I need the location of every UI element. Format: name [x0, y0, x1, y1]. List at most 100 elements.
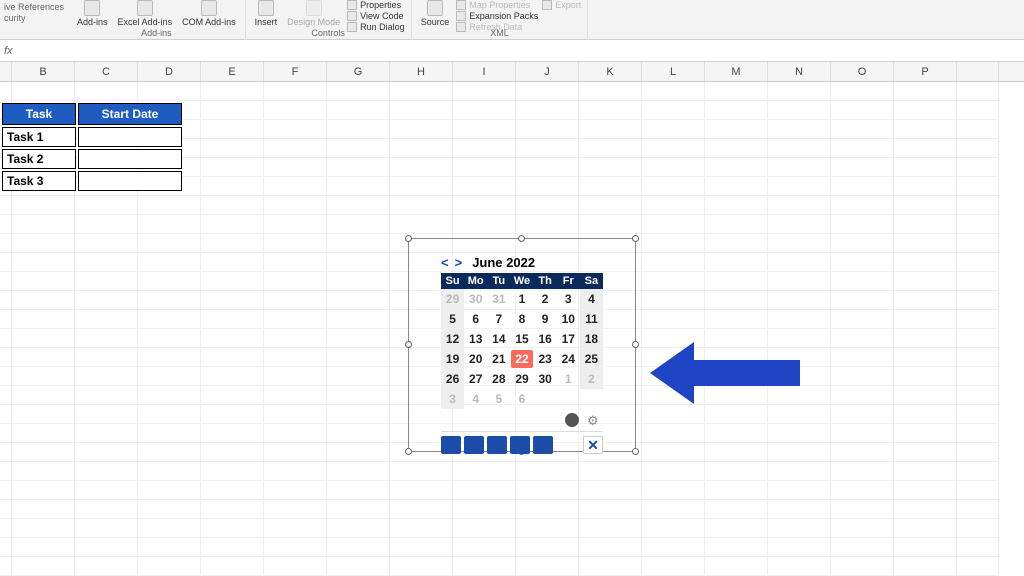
calendar-day[interactable]: 23	[534, 349, 557, 369]
properties-button[interactable]: Properties	[347, 0, 405, 10]
calendar-day[interactable]: 3	[557, 289, 580, 309]
calendar-day[interactable]: 10	[557, 309, 580, 329]
calendar-close-button[interactable]: ✕	[583, 436, 603, 454]
calendar-day[interactable]: 6	[464, 309, 487, 329]
calendar-day[interactable]: 24	[557, 349, 580, 369]
resize-handle[interactable]	[405, 448, 412, 455]
task-row-3[interactable]: Task 3	[2, 171, 76, 191]
excel-addins-button[interactable]: Excel Add-ins	[115, 0, 176, 27]
calendar-day[interactable]: 21	[487, 349, 510, 369]
calendar-day[interactable]: 15	[510, 329, 533, 349]
calendar-tool-5[interactable]	[533, 436, 553, 454]
calendar-day[interactable]: 17	[557, 329, 580, 349]
column-header[interactable]: C	[75, 62, 138, 81]
calendar-day[interactable]: 22	[511, 350, 532, 368]
calendar-day[interactable]: 12	[441, 329, 464, 349]
view-code-button[interactable]: View Code	[347, 11, 405, 21]
map-properties-button[interactable]: Map Properties	[456, 0, 538, 10]
column-header[interactable]	[0, 62, 12, 81]
column-header[interactable]: G	[327, 62, 390, 81]
insert-icon	[258, 0, 274, 16]
column-header[interactable]: H	[390, 62, 453, 81]
column-header[interactable]	[957, 62, 999, 81]
calendar-day[interactable]: 1	[557, 369, 580, 389]
calendar-day[interactable]: 1	[510, 289, 533, 309]
column-header[interactable]: E	[201, 62, 264, 81]
calendar-day[interactable]: 9	[534, 309, 557, 329]
column-header[interactable]: M	[705, 62, 768, 81]
resize-handle[interactable]	[405, 341, 412, 348]
column-header[interactable]: O	[831, 62, 894, 81]
column-header[interactable]: P	[894, 62, 957, 81]
export-button[interactable]: Export	[542, 0, 581, 10]
design-mode-button[interactable]: Design Mode	[284, 0, 343, 27]
calendar-day[interactable]: 13	[464, 329, 487, 349]
resize-handle[interactable]	[518, 235, 525, 242]
ribbon-label-addins: Add-ins	[141, 28, 172, 38]
calendar-day[interactable]: 8	[510, 309, 533, 329]
calendar-tool-3[interactable]	[487, 436, 507, 454]
clock-icon[interactable]	[565, 413, 579, 427]
resize-handle[interactable]	[632, 341, 639, 348]
fx-label: fx	[4, 45, 13, 57]
calendar-day[interactable]: 2	[534, 289, 557, 309]
prev-month-button[interactable]: <	[441, 255, 449, 270]
column-header[interactable]: B	[12, 62, 75, 81]
calendar-day[interactable]: 11	[580, 309, 603, 329]
calendar-tool-2[interactable]	[464, 436, 484, 454]
map-properties-icon	[456, 0, 466, 10]
resize-handle[interactable]	[632, 235, 639, 242]
calendar-tool-1[interactable]	[441, 436, 461, 454]
date-row-1[interactable]	[78, 127, 182, 147]
date-row-3[interactable]	[78, 171, 182, 191]
calendar-day[interactable]: 18	[580, 329, 603, 349]
gear-icon[interactable]: ⚙	[587, 413, 601, 427]
calendar-day[interactable]: 29	[441, 289, 464, 309]
task-header[interactable]: Task	[2, 103, 76, 125]
column-header[interactable]: J	[516, 62, 579, 81]
calendar-day[interactable]: 29	[510, 369, 533, 389]
task-row-1[interactable]: Task 1	[2, 127, 76, 147]
calendar-day[interactable]: 5	[487, 389, 510, 409]
resize-handle[interactable]	[405, 235, 412, 242]
com-addins-button[interactable]: COM Add-ins	[179, 0, 239, 27]
calendar-day[interactable]: 14	[487, 329, 510, 349]
spreadsheet-grid[interactable]: Task Start Date Task 1 Task 2 Task 3 < >…	[0, 82, 1024, 576]
calendar-day[interactable]: 26	[441, 369, 464, 389]
startdate-header[interactable]: Start Date	[78, 103, 182, 125]
calendar-day[interactable]: 3	[441, 389, 464, 409]
source-button[interactable]: Source	[418, 0, 453, 27]
calendar-day[interactable]: 6	[510, 389, 533, 409]
column-header[interactable]: I	[453, 62, 516, 81]
insert-button[interactable]: Insert	[252, 0, 281, 27]
calendar-day[interactable]: 4	[580, 289, 603, 309]
calendar-tool-4[interactable]	[510, 436, 530, 454]
calendar-day[interactable]: 7	[487, 309, 510, 329]
column-header[interactable]: F	[264, 62, 327, 81]
calendar-day[interactable]: 27	[464, 369, 487, 389]
column-header[interactable]: D	[138, 62, 201, 81]
calendar-day[interactable]: 31	[487, 289, 510, 309]
calendar-day[interactable]: 25	[580, 349, 603, 369]
formula-input[interactable]	[19, 42, 1024, 60]
next-month-button[interactable]: >	[455, 255, 463, 270]
calendar-day[interactable]: 20	[464, 349, 487, 369]
expansion-packs-button[interactable]: Expansion Packs	[456, 11, 538, 21]
column-header[interactable]: N	[768, 62, 831, 81]
addins-button[interactable]: Add-ins	[74, 0, 111, 27]
calendar-day[interactable]: 2	[580, 369, 603, 389]
calendar-day[interactable]: 19	[441, 349, 464, 369]
calendar-day[interactable]: 4	[464, 389, 487, 409]
resize-handle[interactable]	[632, 448, 639, 455]
calendar-control-frame[interactable]: < > June 2022 SuMoTuWeThFrSa 29303112345…	[408, 238, 636, 452]
calendar-day[interactable]: 30	[464, 289, 487, 309]
date-row-2[interactable]	[78, 149, 182, 169]
calendar-day[interactable]: 28	[487, 369, 510, 389]
calendar-day[interactable]: 16	[534, 329, 557, 349]
run-dialog-button[interactable]: Run Dialog	[347, 22, 405, 32]
task-row-2[interactable]: Task 2	[2, 149, 76, 169]
column-header[interactable]: L	[642, 62, 705, 81]
calendar-day[interactable]: 30	[534, 369, 557, 389]
column-header[interactable]: K	[579, 62, 642, 81]
calendar-day[interactable]: 5	[441, 309, 464, 329]
